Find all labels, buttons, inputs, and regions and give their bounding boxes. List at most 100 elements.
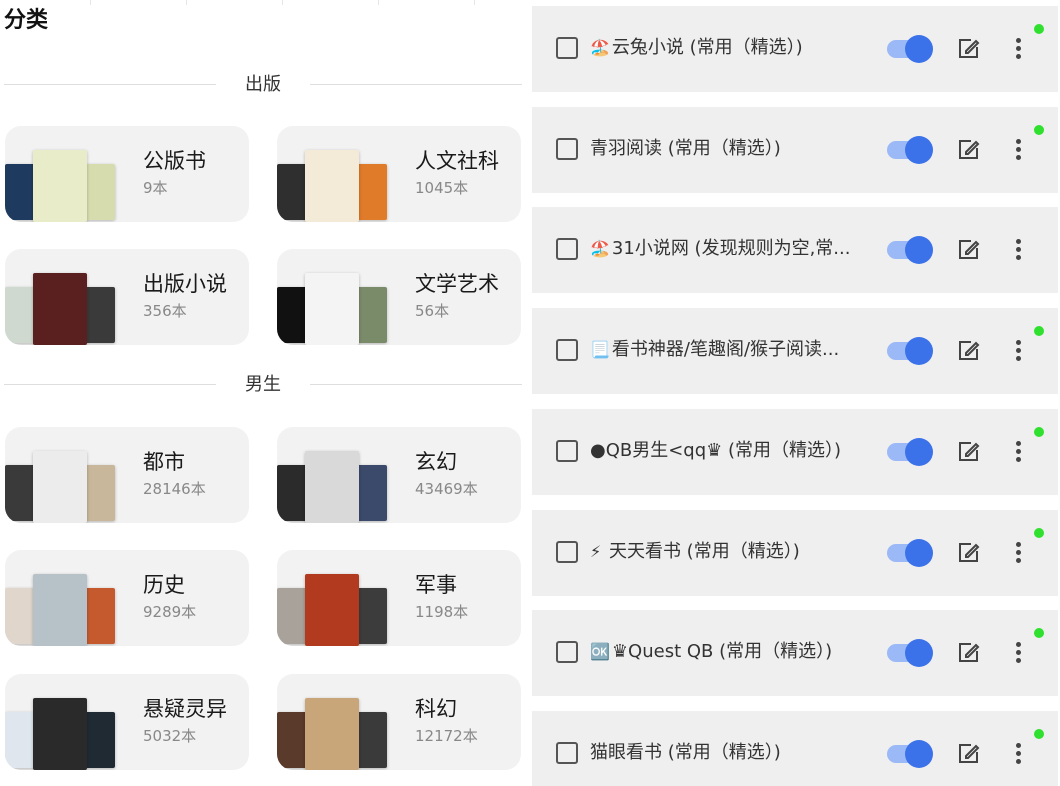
book-cover [357,287,387,343]
book-cover [305,698,359,770]
category-card[interactable]: 文学艺术 56本 [277,249,521,345]
book-covers [5,441,115,523]
category-name: 出版小说 [143,272,227,296]
status-dot [1034,124,1044,135]
enable-toggle[interactable] [885,639,933,668]
book-cover [357,712,387,768]
edit-icon[interactable] [956,138,980,162]
book-cover [33,150,87,222]
status-dot [1034,527,1044,538]
category-name: 悬疑灵异 [143,697,227,721]
book-cover [5,588,35,644]
select-checkbox[interactable] [556,641,578,664]
category-card[interactable]: 人文社科 1045本 [277,126,521,222]
book-covers [277,564,387,646]
category-card[interactable]: 出版小说 356本 [5,249,249,345]
section-divider-male: 男生 [4,373,522,397]
more-options-icon[interactable] [1008,540,1028,566]
book-cover [357,465,387,521]
select-checkbox[interactable] [556,37,578,59]
category-count: 28146本 [143,480,206,498]
book-cover [277,287,307,343]
category-card[interactable]: 悬疑灵异 5032本 [5,674,249,770]
category-name: 科幻 [415,697,457,721]
source-name-text: 31小说网 (发现规则为空,常... [611,238,851,260]
book-source-row[interactable]: 📃 看书神器/笔趣阁/猴子阅读... [532,308,1058,395]
select-checkbox[interactable] [556,238,578,261]
select-checkbox[interactable] [556,339,578,362]
enable-toggle[interactable] [885,337,933,366]
book-cover [33,451,87,523]
page-title: 分类 [4,8,49,33]
book-cover [5,465,35,521]
category-card[interactable]: 玄幻 43469本 [277,427,521,523]
book-source-row[interactable]: ●QB男生<qq♛ (常用（精选）) [532,408,1058,495]
edit-icon[interactable] [956,742,980,766]
more-options-icon[interactable] [1008,36,1028,62]
source-name: 🏖️ 云兔小说 (常用（精选）) [590,36,870,60]
select-checkbox[interactable] [556,439,578,462]
category-card[interactable]: 都市 28146本 [5,427,249,523]
enable-toggle[interactable] [885,538,933,567]
select-checkbox[interactable] [556,137,578,160]
book-cover [85,465,115,521]
status-dot [1034,426,1044,437]
status-dot [1034,628,1044,639]
book-source-row[interactable]: 🏖️ 31小说网 (发现规则为空,常... [532,207,1058,294]
book-cover [277,465,307,521]
book-cover [357,164,387,220]
category-count: 9289本 [143,603,197,621]
category-card[interactable]: 军事 1198本 [277,550,521,646]
edit-icon[interactable] [956,37,980,61]
enable-toggle[interactable] [885,35,933,63]
toggle-thumb [905,538,933,567]
edit-icon[interactable] [956,440,980,464]
book-covers [5,263,115,345]
book-cover [305,451,359,523]
more-options-icon[interactable] [1008,137,1028,163]
book-cover [33,698,87,770]
book-cover [33,273,87,345]
book-covers [5,564,115,646]
select-checkbox[interactable] [556,540,578,563]
category-count: 1198本 [415,603,469,621]
book-source-list: 🏖️ 云兔小说 (常用（精选）) 青羽阅读 (常用（精选）) 🏖️ 31小说网 (发现规… [528,0,1060,786]
category-card[interactable]: 历史 9289本 [5,550,249,646]
category-count: 9本 [143,179,168,197]
source-name: 🆗 ♛Quest QB (常用（精选）) [590,640,870,664]
select-checkbox[interactable] [556,741,578,764]
category-card[interactable]: 科幻 12172本 [277,674,521,770]
category-count: 1045本 [415,179,469,197]
more-options-icon[interactable] [1008,439,1028,465]
book-cover [85,588,115,644]
more-options-icon[interactable] [1008,640,1028,666]
more-options-icon[interactable] [1008,741,1028,767]
book-source-row[interactable]: 🏖️ 云兔小说 (常用（精选）) [532,6,1058,92]
enable-toggle[interactable] [885,236,933,265]
toggle-thumb [905,739,933,768]
book-source-row[interactable]: 青羽阅读 (常用（精选）) [532,106,1058,193]
more-options-icon[interactable] [1008,338,1028,364]
edit-icon[interactable] [956,541,980,565]
edit-icon[interactable] [956,238,980,262]
source-emoji-icon: 🏖️ [590,239,610,259]
section-label: 男生 [245,374,281,395]
edit-icon[interactable] [956,641,980,665]
enable-toggle[interactable] [885,135,933,164]
enable-toggle[interactable] [885,739,933,768]
category-card[interactable]: 公版书 9本 [5,126,249,222]
source-emoji-icon: 🏖️ [590,38,610,57]
enable-toggle[interactable] [885,437,933,466]
book-source-row[interactable]: 🆗 ♛Quest QB (常用（精选）) [532,610,1058,697]
category-name: 玄幻 [415,450,457,474]
source-name: 猫眼看书 (常用（精选）) [590,741,870,765]
more-options-icon[interactable] [1008,237,1028,263]
edit-icon[interactable] [956,339,980,363]
book-source-row[interactable]: ⚡ 天天看书 (常用（精选）) [532,509,1058,596]
book-cover [85,287,115,343]
book-source-row[interactable]: 猫眼看书 (常用（精选）) [532,710,1058,786]
category-name: 公版书 [143,149,206,173]
source-name-text: 看书神器/笔趣阁/猴子阅读... [611,339,840,361]
book-cover [277,164,307,220]
category-count: 43469本 [415,480,478,498]
